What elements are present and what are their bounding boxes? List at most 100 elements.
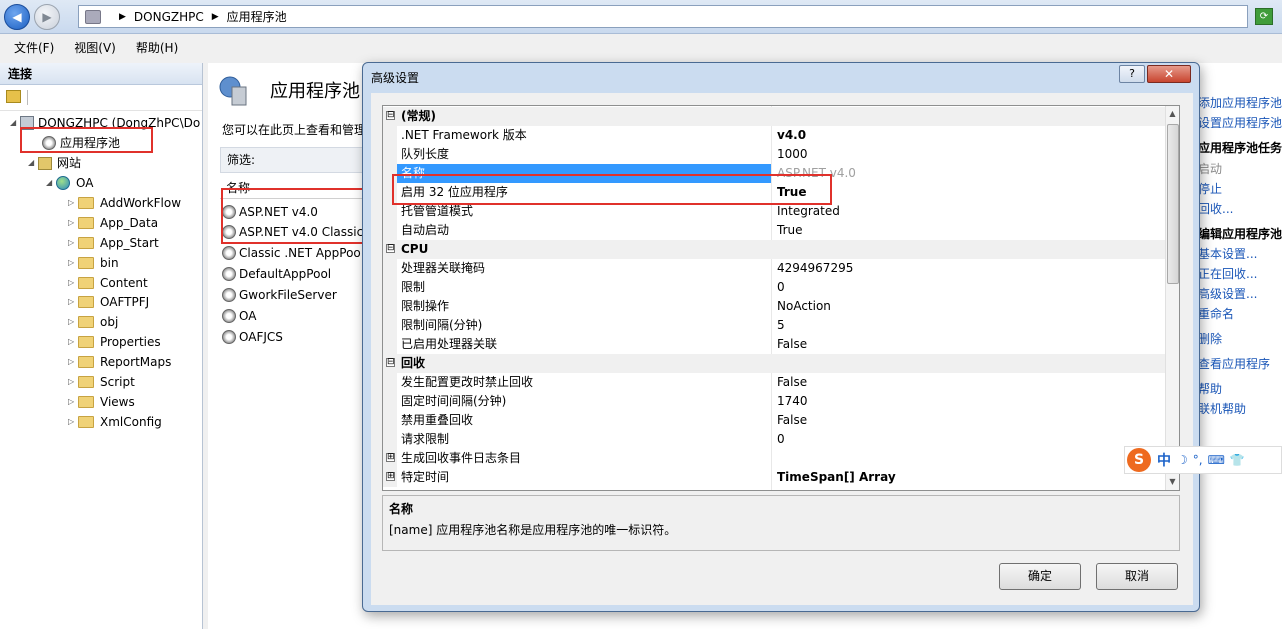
tree-node-folder[interactable]: ▷ Script xyxy=(68,372,135,392)
collapse-icon[interactable]: ⊟ xyxy=(386,358,395,367)
property-value[interactable]: v4.0 xyxy=(777,126,806,145)
tree-node-folder[interactable]: ▷ bin xyxy=(68,253,119,273)
expand-icon[interactable]: ▷ xyxy=(68,253,78,273)
menu-file[interactable]: 文件(F) xyxy=(14,39,54,56)
expand-icon[interactable]: ▷ xyxy=(68,332,78,352)
breadcrumb-item-app-pools[interactable]: 应用程序池 xyxy=(227,8,287,25)
tree-node-folder[interactable]: ▷ ReportMaps xyxy=(68,352,171,372)
action-add-app-pool[interactable]: 添加应用程序池... xyxy=(1198,94,1282,111)
expand-icon[interactable]: ▷ xyxy=(68,352,78,372)
tree-node-folder[interactable]: ▷ Properties xyxy=(68,332,161,352)
property-value[interactable]: 0 xyxy=(777,430,785,449)
forward-button[interactable]: ▶ xyxy=(34,4,60,30)
property-value[interactable]: 5 xyxy=(777,316,785,335)
list-item[interactable]: OA xyxy=(222,306,256,326)
expand-icon[interactable]: ▷ xyxy=(68,273,78,293)
dialog-close-button[interactable]: ✕ xyxy=(1147,65,1191,83)
tree-node-sites[interactable]: ◢ 网站 xyxy=(28,153,81,173)
property-row[interactable]: 已启用处理器关联 False xyxy=(383,335,1165,354)
tree-node-folder[interactable]: ▷ obj xyxy=(68,312,118,332)
property-row[interactable]: ⊞ 特定时间 TimeSpan[] Array xyxy=(383,468,1165,487)
tree-node-folder[interactable]: ▷ Views xyxy=(68,392,135,412)
action-help[interactable]: 帮助 xyxy=(1198,380,1222,397)
collapse-icon[interactable]: ⊟ xyxy=(386,111,395,120)
expand-icon[interactable]: ▷ xyxy=(68,292,78,312)
action-stop[interactable]: 停止 xyxy=(1198,180,1222,197)
property-grid[interactable]: ⊟ (常规) .NET Framework 版本 v4.0 队列长度 1000 名称 ASP.… xyxy=(382,105,1180,491)
expand-icon[interactable]: ▷ xyxy=(68,213,78,233)
tree-node-folder[interactable]: ▷ Content xyxy=(68,273,148,293)
menu-view[interactable]: 视图(V) xyxy=(74,39,116,56)
property-row[interactable]: ⊞ 生成回收事件日志条目 xyxy=(383,449,1165,468)
dialog-help-button[interactable]: ? xyxy=(1119,65,1145,83)
action-recycle[interactable]: 回收... xyxy=(1198,200,1233,217)
expand-icon[interactable]: ⊞ xyxy=(386,472,395,481)
property-row[interactable]: .NET Framework 版本 v4.0 xyxy=(383,126,1165,145)
scroll-down-icon[interactable]: ▼ xyxy=(1165,474,1179,490)
expand-icon[interactable]: ▷ xyxy=(68,233,78,253)
tree-node-folder[interactable]: ▷ OAFTPFJ xyxy=(68,292,149,312)
breadcrumb[interactable]: ▶ DONGZHPC ▶ 应用程序池 xyxy=(78,5,1248,28)
action-set-defaults[interactable]: 设置应用程序池默 xyxy=(1198,114,1282,131)
skin-icon[interactable]: 👕 xyxy=(1230,453,1245,467)
ime-language-toggle[interactable]: 中 xyxy=(1157,450,1171,470)
action-advanced-settings[interactable]: 高级设置... xyxy=(1198,285,1257,302)
property-row[interactable]: 发生配置更改时禁止回收 False xyxy=(383,373,1165,392)
list-item[interactable]: DefaultAppPool xyxy=(222,264,331,284)
property-row[interactable]: 限制操作 NoAction xyxy=(383,297,1165,316)
expand-icon[interactable]: ▷ xyxy=(68,312,78,332)
property-value[interactable]: False xyxy=(777,335,807,354)
collapse-icon[interactable]: ◢ xyxy=(10,113,20,133)
property-row[interactable]: 自动启动 True xyxy=(383,221,1165,240)
expand-icon[interactable]: ▷ xyxy=(68,392,78,412)
punctuation-icon[interactable]: °, xyxy=(1193,453,1203,467)
property-value[interactable]: False xyxy=(777,411,807,430)
property-value[interactable]: 0 xyxy=(777,278,785,297)
property-value[interactable]: TimeSpan[] Array xyxy=(777,468,896,487)
back-button[interactable]: ◀ xyxy=(4,4,30,30)
tree-node-folder[interactable]: ▷ App_Start xyxy=(68,233,159,253)
keyboard-icon[interactable]: ⌨ xyxy=(1208,453,1225,467)
ok-button[interactable]: 确定 xyxy=(999,563,1081,590)
list-item[interactable]: Classic .NET AppPoo xyxy=(222,243,361,263)
connect-icon[interactable] xyxy=(6,90,21,103)
property-row[interactable]: 限制间隔(分钟) 5 xyxy=(383,316,1165,335)
collapse-icon[interactable]: ◢ xyxy=(28,153,38,173)
property-category[interactable]: ⊟ CPU xyxy=(383,240,1165,259)
property-row[interactable]: 请求限制 0 xyxy=(383,430,1165,449)
ime-logo[interactable]: S xyxy=(1127,448,1151,472)
property-category[interactable]: ⊟ 回收 xyxy=(383,354,1165,373)
moon-icon[interactable]: ☽ xyxy=(1177,453,1188,467)
collapse-icon[interactable]: ⊟ xyxy=(386,244,395,253)
action-rename[interactable]: 重命名 xyxy=(1198,305,1234,322)
property-value[interactable]: 4294967295 xyxy=(777,259,853,278)
action-view-applications[interactable]: 查看应用程序 xyxy=(1198,355,1270,372)
expand-icon[interactable]: ▷ xyxy=(68,412,78,432)
breadcrumb-item-server[interactable]: DONGZHPC xyxy=(134,10,204,24)
property-row[interactable]: 固定时间间隔(分钟) 1740 xyxy=(383,392,1165,411)
property-category[interactable]: ⊟ (常规) xyxy=(383,107,1165,126)
expand-icon[interactable]: ⊞ xyxy=(386,453,395,462)
property-row[interactable]: 处理器关联掩码 4294967295 xyxy=(383,259,1165,278)
list-item[interactable]: GworkFileServer xyxy=(222,285,337,305)
expand-icon[interactable]: ▷ xyxy=(68,193,78,213)
collapse-icon[interactable]: ◢ xyxy=(46,173,56,193)
tree-node-folder[interactable]: ▷ App_Data xyxy=(68,213,158,233)
tree-node-site-oa[interactable]: ◢ OA xyxy=(46,173,93,193)
property-value[interactable]: NoAction xyxy=(777,297,831,316)
action-recycling[interactable]: 正在回收... xyxy=(1198,265,1257,282)
cancel-button[interactable]: 取消 xyxy=(1096,563,1178,590)
action-online-help[interactable]: 联机帮助 xyxy=(1198,400,1246,417)
property-value[interactable]: 1000 xyxy=(777,145,808,164)
property-row[interactable]: 队列长度 1000 xyxy=(383,145,1165,164)
refresh-button[interactable]: ⟳ xyxy=(1255,8,1273,25)
property-value[interactable]: 1740 xyxy=(777,392,808,411)
menu-help[interactable]: 帮助(H) xyxy=(136,39,178,56)
property-row[interactable]: 禁用重叠回收 False xyxy=(383,411,1165,430)
scroll-up-icon[interactable]: ▲ xyxy=(1165,106,1179,122)
tree-node-folder[interactable]: ▷ AddWorkFlow xyxy=(68,193,181,213)
action-delete[interactable]: 删除 xyxy=(1198,330,1222,347)
filter-bar[interactable]: 筛选: xyxy=(220,147,380,173)
expand-icon[interactable]: ▷ xyxy=(68,372,78,392)
property-row[interactable]: 限制 0 xyxy=(383,278,1165,297)
